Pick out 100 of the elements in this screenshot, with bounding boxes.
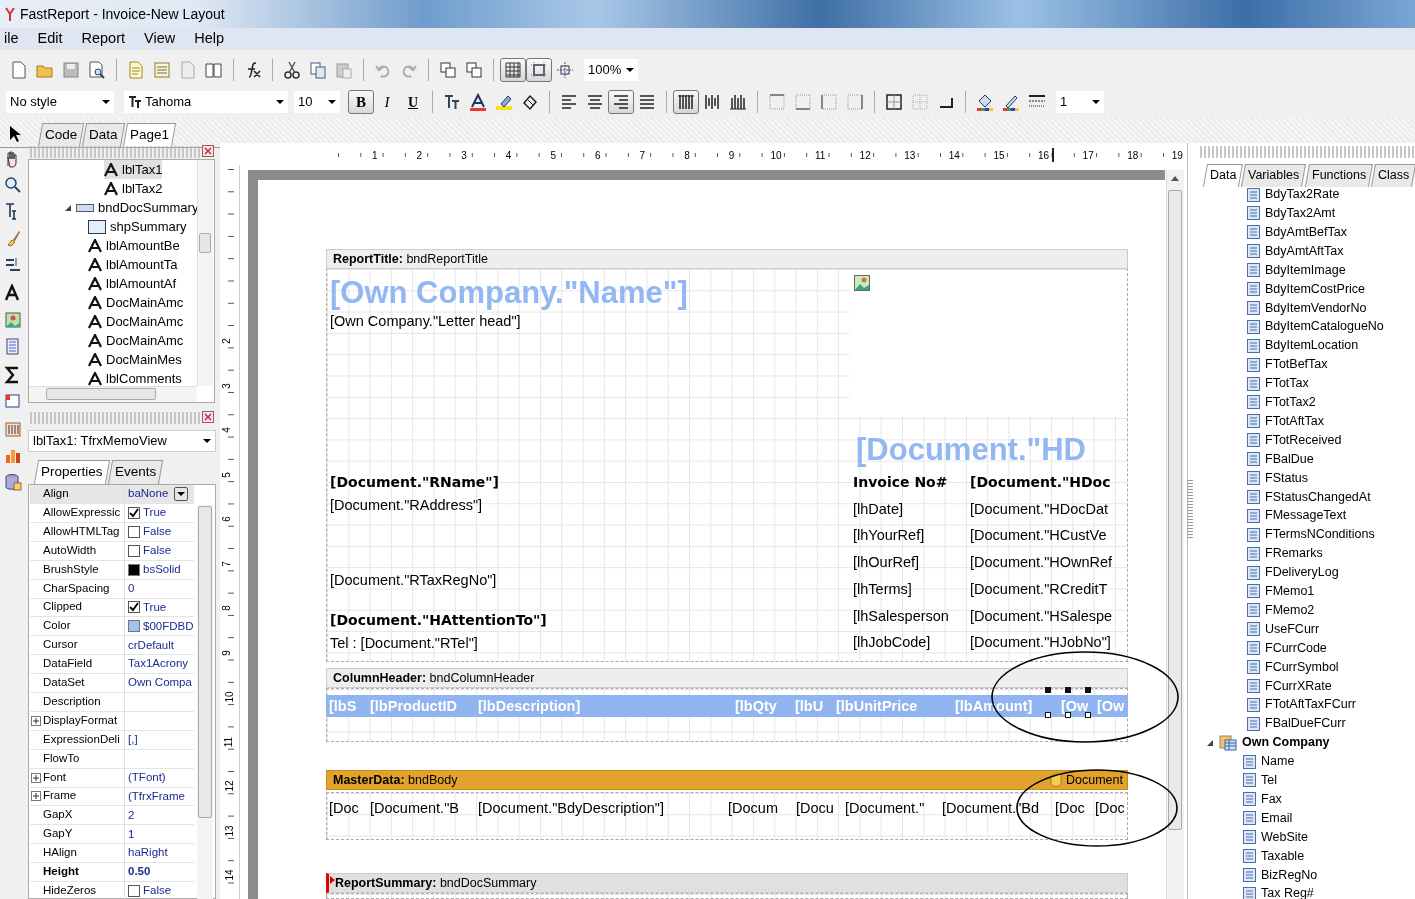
memo-text[interactable]: [Doc — [1055, 800, 1085, 817]
data-tree-item[interactable]: FMemo2 — [1247, 600, 1315, 620]
data-tree-item[interactable]: Email — [1243, 808, 1293, 828]
memo-text[interactable]: [Document."HJobNo"] — [970, 634, 1111, 651]
data-tree-item[interactable]: FRemarks — [1247, 544, 1323, 564]
data-tree-item[interactable]: FCurrSymbol — [1247, 657, 1339, 677]
style-combo[interactable]: No style — [6, 91, 114, 113]
property-name[interactable]: Color — [43, 619, 71, 632]
memo-text[interactable]: [lhDate] — [853, 501, 903, 518]
memo-text[interactable]: Tel : [Document."RTel"] — [330, 635, 478, 652]
memo-text[interactable]: [Document."B — [370, 800, 459, 817]
property-value[interactable]: False — [143, 882, 172, 899]
memo-text[interactable]: [Document."HOwnRef — [970, 554, 1113, 571]
property-name[interactable]: Frame — [43, 789, 77, 802]
data-tab[interactable]: Variables — [1241, 164, 1307, 187]
italic-button[interactable]: I — [374, 90, 400, 114]
tree-item[interactable]: bndDocSummary — [64, 198, 199, 217]
data-tree-item[interactable]: FMemo1 — [1247, 581, 1315, 601]
menu-item[interactable]: ile — [0, 28, 29, 50]
memo-text[interactable]: [lhTerms] — [853, 581, 912, 598]
property-name[interactable]: DataSet — [43, 676, 85, 688]
property-name[interactable]: Font — [43, 770, 66, 783]
tree-item[interactable]: shpSummary — [88, 217, 187, 236]
property-value[interactable]: 2 — [128, 806, 135, 824]
memo-text[interactable]: [Document."RTaxRegNo"] — [330, 572, 497, 589]
property-name[interactable]: BrushStyle — [43, 562, 99, 575]
tree-item[interactable]: lblComments — [88, 369, 182, 388]
memo-text[interactable]: [Doc — [329, 800, 359, 817]
data-tree-item[interactable]: BdyTax2Rate — [1247, 185, 1340, 204]
data-tree-item[interactable]: FTotBefTax — [1247, 355, 1328, 375]
property-value[interactable]: [,] — [128, 731, 138, 749]
zoom-combo[interactable]: 100% — [584, 59, 638, 81]
page-tab[interactable]: Code — [37, 122, 85, 147]
property-name[interactable]: GapY — [43, 827, 73, 840]
memo-text[interactable]: [Document."BdyDescription"] — [478, 800, 664, 817]
underline-button[interactable]: U — [400, 90, 426, 114]
tree-item[interactable]: lblAmountBe — [88, 236, 180, 255]
property-value[interactable]: crDefault — [128, 636, 175, 654]
tree-item[interactable]: lblTax2 — [104, 179, 163, 198]
property-value[interactable]: False — [143, 523, 172, 541]
property-value[interactable]: $00FDBD — [143, 617, 194, 635]
property-value[interactable]: 0 — [128, 579, 135, 598]
data-tree-item[interactable]: FTotAftTaxFCurr — [1247, 695, 1356, 715]
property-name[interactable]: Cursor — [43, 638, 78, 651]
data-tree-item[interactable]: FMessageText — [1247, 506, 1347, 526]
memo-text[interactable]: [lhOurRef] — [853, 554, 920, 571]
memo-text[interactable]: [lhSalesperson — [853, 608, 949, 625]
data-tab[interactable]: Class — [1370, 164, 1415, 187]
data-tree-item[interactable]: BdyItemCostPrice — [1247, 279, 1366, 299]
font-combo[interactable]: Tahoma — [124, 91, 288, 113]
tree-item[interactable]: lblAmountTa — [88, 255, 178, 274]
page-tab[interactable]: Page1 — [122, 122, 176, 147]
memo-text[interactable]: [Document." — [845, 800, 925, 817]
tree-item[interactable]: DocMainMes — [88, 350, 182, 369]
inspector-tab[interactable]: Properties — [33, 460, 110, 485]
menu-item[interactable]: Edit — [28, 28, 73, 50]
menu-item[interactable]: Help — [185, 28, 235, 50]
memo-text[interactable]: [Document."HCustVe — [970, 527, 1107, 544]
data-tree-item[interactable]: BdyAmtBefTax — [1247, 222, 1347, 242]
tree-item[interactable]: DocMainAmc — [88, 293, 184, 312]
property-name[interactable]: DisplayFormat — [43, 713, 118, 726]
data-tree-item[interactable]: BdyItemCatalogueNo — [1247, 317, 1384, 337]
menu-item[interactable]: Report — [72, 28, 136, 50]
data-tree-item[interactable]: FTermsNConditions — [1247, 525, 1375, 545]
data-tree-item[interactable]: FDeliveryLog — [1247, 563, 1339, 582]
memo-text[interactable]: [Document."HSalespe — [970, 608, 1113, 625]
memo-text[interactable]: [Document."HAttentionTo"] — [330, 612, 547, 629]
property-value[interactable]: haRight — [128, 844, 168, 862]
property-name[interactable]: FlowTo — [43, 751, 80, 764]
property-value[interactable]: Own Compa — [128, 674, 192, 692]
property-value[interactable]: bsSolid — [143, 560, 181, 579]
tree-item[interactable]: lblAmountAf — [88, 274, 177, 293]
property-name[interactable]: ExpressionDeli — [43, 732, 120, 745]
menu-item[interactable]: View — [135, 28, 186, 50]
property-value[interactable]: True — [143, 504, 167, 522]
inspector-tab[interactable]: Events — [107, 460, 163, 485]
property-name[interactable]: AllowHTMLTag — [43, 524, 120, 537]
property-name[interactable]: Height — [43, 865, 79, 877]
property-value[interactable]: Tax1Acrony — [128, 655, 189, 673]
property-value[interactable]: baNone — [128, 485, 169, 503]
memo-text[interactable]: [Document."HDocDat — [970, 501, 1109, 518]
property-value[interactable]: True — [143, 598, 167, 616]
property-name[interactable]: Clipped — [43, 600, 82, 613]
data-tree-item[interactable]: FBalDue — [1247, 449, 1314, 469]
data-tree-item[interactable]: FStatusChangedAt — [1247, 487, 1371, 507]
memo-text[interactable]: [Document."RName"] — [330, 474, 499, 491]
property-value[interactable]: (TfrxFrame — [128, 787, 185, 805]
data-tab[interactable]: Functions — [1304, 164, 1373, 187]
data-tree-item[interactable]: Taxable — [1243, 846, 1305, 866]
memo-text[interactable]: [Document."RCreditT — [970, 581, 1108, 598]
data-tree-item[interactable]: FTotTax2 — [1247, 392, 1316, 412]
data-tree-item[interactable]: Tel — [1243, 770, 1277, 790]
data-tree-item[interactable]: Name — [1243, 752, 1295, 771]
bold-button[interactable]: B — [348, 90, 374, 114]
property-name[interactable]: Align — [43, 487, 69, 499]
property-value[interactable]: 0.50 — [128, 863, 151, 881]
tree-item[interactable]: DocMainAmc — [88, 312, 184, 331]
data-tab[interactable]: Data — [1203, 164, 1244, 187]
data-tree-item[interactable]: FTotAftTax — [1247, 411, 1325, 431]
property-value[interactable]: (TFont) — [128, 768, 166, 787]
